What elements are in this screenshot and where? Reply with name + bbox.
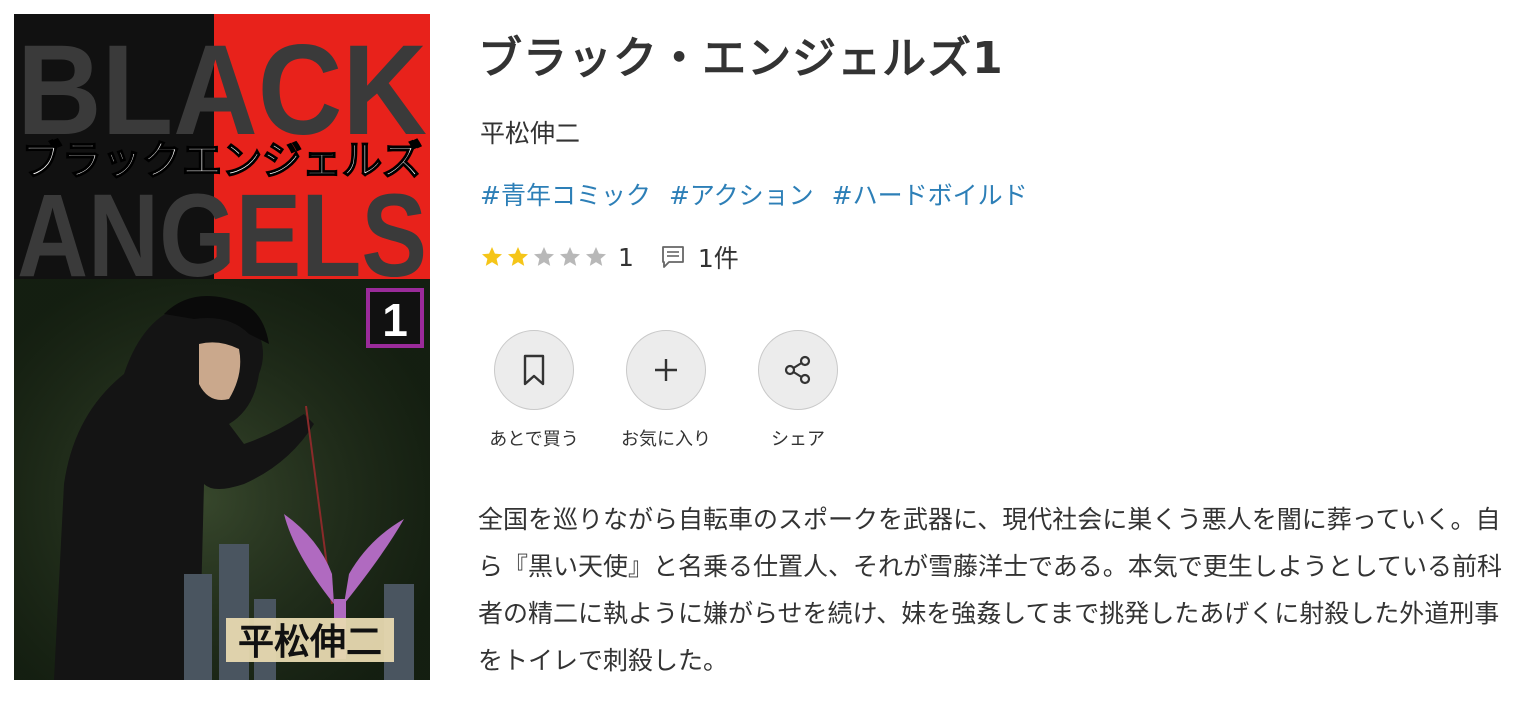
buy-later-label: あとで買う xyxy=(489,429,579,450)
star-empty-icon xyxy=(534,247,554,266)
favorite-button[interactable]: お気に入り xyxy=(600,330,732,451)
cover-title-en-2: ANGELS xyxy=(17,170,427,302)
star-filled-icon xyxy=(508,247,528,266)
tag-seinen-comic[interactable]: #青年コミック xyxy=(480,176,651,212)
author-link[interactable]: 平松伸二 xyxy=(480,114,580,150)
tag-hardboiled[interactable]: #ハードボイルド xyxy=(832,176,1028,212)
action-buttons: あとで買う お気に入り シェア xyxy=(486,330,864,451)
book-cover-image: BLACK ANGELS ブラックエンジェルズ 1 平松伸二 xyxy=(14,14,430,680)
bookmark-icon xyxy=(523,354,545,386)
star-rating[interactable] xyxy=(480,245,608,269)
review-count-link[interactable]: 1件 xyxy=(698,239,739,275)
book-title: ブラック・エンジェルズ1 xyxy=(478,33,1004,84)
cover-author: 平松伸二 xyxy=(238,621,382,663)
star-filled-icon xyxy=(482,247,502,266)
share-icon xyxy=(784,355,811,385)
buy-later-circle[interactable] xyxy=(494,330,574,410)
star-empty-icon xyxy=(586,247,606,266)
book-description: 全国を巡りながら自転車のスポークを武器に、現代社会に巣くう悪人を闇に葬っていく。… xyxy=(478,505,1503,675)
favorite-label: お気に入り xyxy=(621,429,711,450)
share-circle[interactable] xyxy=(758,330,838,410)
buy-later-button[interactable]: あとで買う xyxy=(468,330,600,451)
tag-action[interactable]: #アクション xyxy=(669,176,814,212)
share-label: シェア xyxy=(771,429,825,450)
share-button[interactable]: シェア xyxy=(732,330,864,451)
plus-icon xyxy=(655,359,677,381)
star-empty-icon xyxy=(560,247,580,266)
cover-title-jp: ブラックエンジェルズ xyxy=(22,138,422,184)
cover-art: BLACK ANGELS ブラックエンジェルズ 1 平松伸二 xyxy=(14,14,430,680)
favorite-circle[interactable] xyxy=(626,330,706,410)
rating-row: 1 1件 xyxy=(480,240,739,274)
tag-list: #青年コミック #アクション #ハードボイルド xyxy=(480,176,1028,212)
cover-volume: 1 xyxy=(382,294,408,346)
rating-value: 1 xyxy=(618,242,634,272)
comment-icon xyxy=(662,246,684,268)
